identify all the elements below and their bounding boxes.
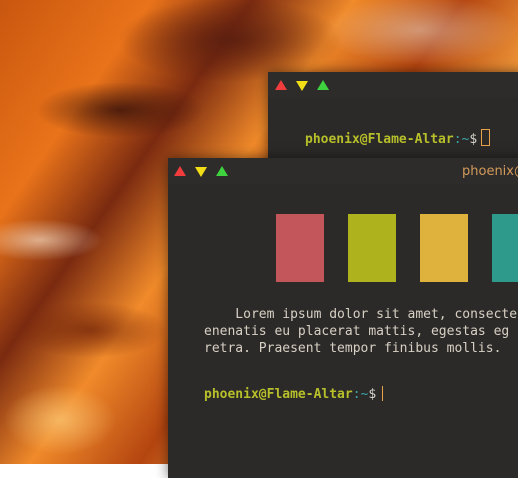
prompt-user: phoenix@Flame-Altar bbox=[305, 132, 454, 147]
back-terminal-titlebar[interactable] bbox=[268, 72, 518, 98]
front-terminal-prompt: phoenix@Flame-Altar:~$ bbox=[204, 386, 384, 402]
color-swatch-red bbox=[276, 214, 324, 282]
front-terminal-titlebar[interactable]: phoenix@ bbox=[168, 158, 518, 184]
terminal-output: Lorem ipsum dolor sit amet, consecte enen… bbox=[204, 306, 518, 357]
front-terminal-window[interactable]: phoenix@ Lorem ipsum dolor sit amet, con… bbox=[168, 158, 518, 478]
color-swatch-yellow bbox=[420, 214, 468, 282]
prompt-sign: $ bbox=[368, 387, 377, 402]
minimize-icon[interactable] bbox=[195, 167, 207, 177]
terminal-cursor bbox=[382, 386, 384, 401]
prompt-user: phoenix@Flame-Altar bbox=[204, 387, 353, 402]
terminal-cursor bbox=[481, 129, 491, 146]
prompt-path: :~ bbox=[352, 387, 369, 402]
minimize-icon[interactable] bbox=[296, 81, 308, 91]
maximize-icon[interactable] bbox=[216, 166, 228, 176]
maximize-icon[interactable] bbox=[317, 80, 329, 90]
color-swatch-olive bbox=[348, 214, 396, 282]
close-icon[interactable] bbox=[174, 166, 186, 176]
color-swatch-teal bbox=[492, 214, 518, 282]
back-terminal-window[interactable]: phoenix@Flame-Altar:~$ bbox=[268, 72, 518, 172]
output-line: retra. Praesent tempor finibus mollis. bbox=[204, 341, 502, 356]
output-line: enenatis eu placerat mattis, egestas eg bbox=[204, 324, 510, 339]
prompt-sign: $ bbox=[469, 132, 478, 147]
window-title: phoenix@ bbox=[462, 164, 518, 179]
prompt-path: :~ bbox=[453, 132, 470, 147]
close-icon[interactable] bbox=[275, 80, 287, 90]
output-line: Lorem ipsum dolor sit amet, consecte bbox=[204, 307, 518, 322]
back-terminal-prompt: phoenix@Flame-Altar:~$ bbox=[305, 129, 491, 147]
